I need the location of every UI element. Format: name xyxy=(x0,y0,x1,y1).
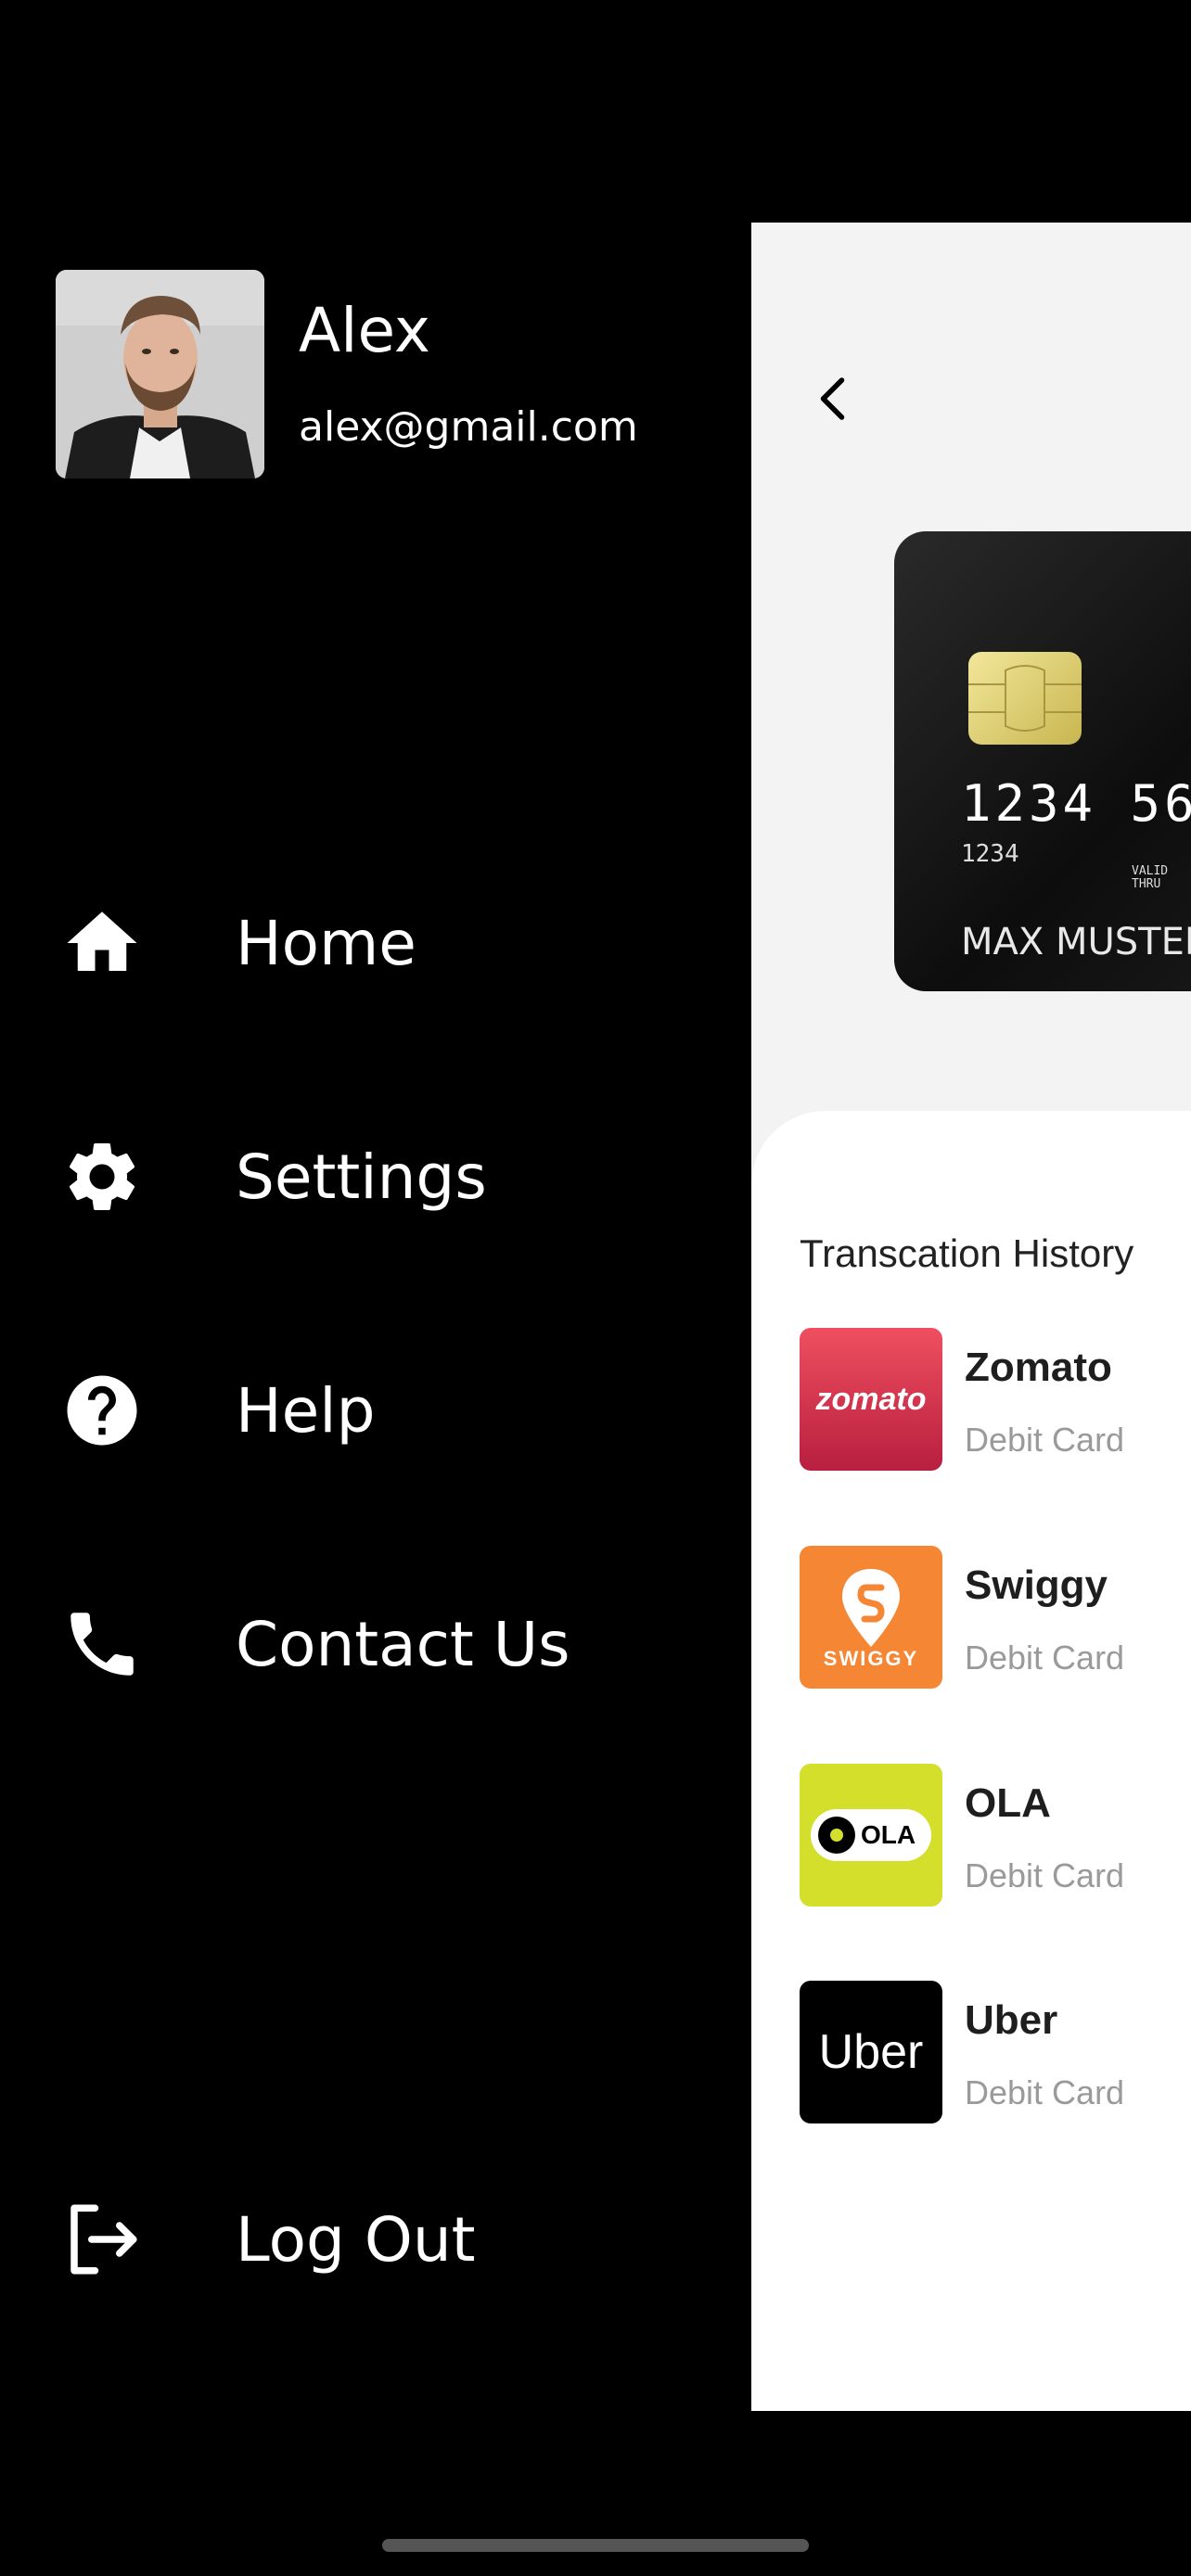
transaction-name: Uber xyxy=(965,1997,1058,2043)
logout-icon xyxy=(56,2193,148,2286)
menu-item-contact-us[interactable]: Contact Us xyxy=(56,1593,705,1695)
ola-logo: OLA xyxy=(800,1764,942,1906)
home-indicator[interactable] xyxy=(382,2539,809,2552)
transaction-name: OLA xyxy=(965,1780,1051,1826)
transaction-row-swiggy[interactable]: SWIGGY Swiggy Debit Card xyxy=(800,1546,1191,1690)
card-valid-thru: VALID THRU xyxy=(1132,864,1169,891)
transaction-row-zomato[interactable]: zomato Zomato Debit Card xyxy=(800,1328,1191,1472)
profile-name: Alex xyxy=(299,295,430,366)
history-title: Transcation History xyxy=(800,1231,1134,1275)
chevron-left-icon xyxy=(820,377,845,420)
help-icon xyxy=(56,1364,148,1457)
main-panel: 1234 5678 9012 3456 1234 VALID THRU MAX … xyxy=(751,223,1191,2411)
transaction-name: Zomato xyxy=(965,1345,1112,1390)
transaction-name: Swiggy xyxy=(965,1562,1108,1608)
transaction-type: Debit Card xyxy=(965,2073,1125,2111)
menu-item-home[interactable]: Home xyxy=(56,892,705,994)
transaction-type: Debit Card xyxy=(965,1421,1125,1459)
uber-logo: Uber xyxy=(800,1981,942,2123)
card-number: 1234 5678 9012 3456 xyxy=(961,774,1191,833)
zomato-logo: zomato xyxy=(800,1328,942,1471)
menu-item-logout[interactable]: Log Out xyxy=(56,2188,705,2290)
menu-item-settings[interactable]: Settings xyxy=(56,1126,705,1228)
avatar[interactable] xyxy=(56,270,264,478)
transaction-type: Debit Card xyxy=(965,1639,1125,1677)
back-button[interactable] xyxy=(798,362,872,436)
home-icon xyxy=(56,897,148,989)
menu-item-label: Home xyxy=(236,907,416,979)
card-holder-name: MAX MUSTERMANN xyxy=(961,921,1191,963)
transaction-history: Transcation History zomato Zomato Debit … xyxy=(751,1111,1191,2411)
card-sub-number: 1234 xyxy=(961,840,1019,868)
transaction-row-ola[interactable]: OLA OLA Debit Card xyxy=(800,1764,1191,1907)
transaction-row-uber[interactable]: Uber Uber Debit Card xyxy=(800,1981,1191,2124)
card-chip-icon xyxy=(968,652,1082,745)
transaction-type: Debit Card xyxy=(965,1856,1125,1894)
menu-item-label: Help xyxy=(236,1374,376,1447)
profile-email: alex@gmail.com xyxy=(299,403,638,451)
menu-item-label: Contact Us xyxy=(236,1608,570,1680)
swiggy-logo: SWIGGY xyxy=(800,1546,942,1689)
gear-icon xyxy=(56,1130,148,1223)
menu-item-label: Log Out xyxy=(236,2203,476,2276)
phone-icon xyxy=(56,1598,148,1690)
menu-item-label: Settings xyxy=(236,1141,487,1213)
credit-card[interactable]: 1234 5678 9012 3456 1234 VALID THRU MAX … xyxy=(894,531,1191,991)
menu-item-help[interactable]: Help xyxy=(56,1359,705,1461)
